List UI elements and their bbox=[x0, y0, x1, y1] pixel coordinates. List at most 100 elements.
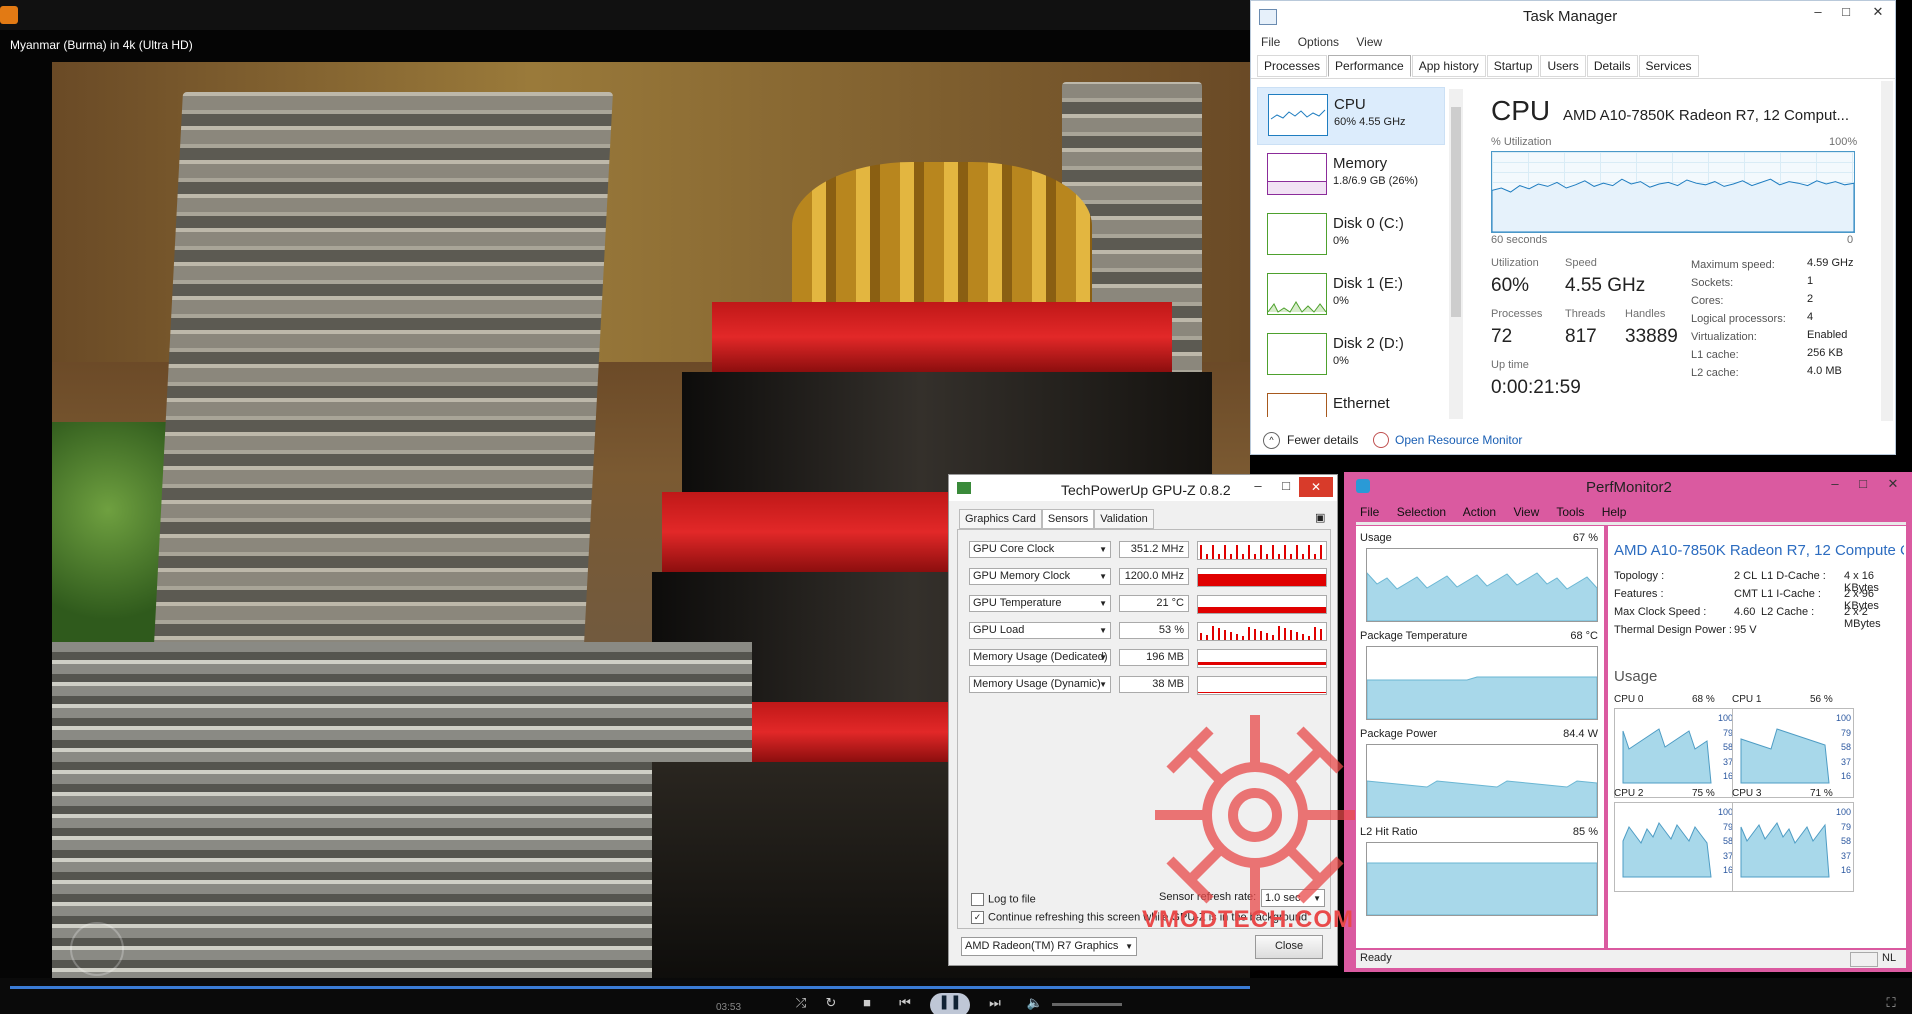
open-resource-monitor-link[interactable]: Open Resource Monitor bbox=[1395, 433, 1522, 447]
pm-menu-tools[interactable]: Tools bbox=[1556, 505, 1584, 519]
tab-services[interactable]: Services bbox=[1638, 55, 1699, 77]
mosaic-base bbox=[52, 642, 752, 982]
log-to-file-label: Log to file bbox=[988, 893, 1036, 906]
gpuz-title-bar[interactable]: TechPowerUp GPU-Z 0.8.2 – □ ✕ bbox=[949, 475, 1337, 501]
player-controls-right bbox=[1250, 978, 1912, 1014]
pm-metric-graph bbox=[1366, 548, 1598, 622]
pm-minimize-button[interactable]: – bbox=[1820, 476, 1850, 496]
next-icon[interactable]: ⏭ bbox=[984, 995, 1006, 1011]
sidebar-item-ethernet[interactable]: Ethernet bbox=[1257, 387, 1443, 417]
tab-graphics-card[interactable]: Graphics Card bbox=[959, 509, 1042, 529]
sensor-name-select[interactable]: Memory Usage (Dynamic) ▼ bbox=[969, 676, 1111, 693]
pm-menu-help[interactable]: Help bbox=[1602, 505, 1627, 519]
tab-details[interactable]: Details bbox=[1586, 55, 1638, 77]
previous-icon[interactable]: ⏮ bbox=[894, 995, 916, 1011]
sensor-name-select[interactable]: GPU Load ▼ bbox=[969, 622, 1111, 639]
chevron-down-icon: ▼ bbox=[1099, 680, 1107, 689]
sensor-row: GPU Load ▼ 53 % bbox=[969, 620, 1335, 642]
sensor-row: GPU Memory Clock ▼ 1200.0 MHz bbox=[969, 566, 1335, 588]
pm-close-button[interactable]: ✕ bbox=[1878, 476, 1908, 496]
threads-label: Threads bbox=[1565, 308, 1606, 320]
chevron-down-icon: ▼ bbox=[1099, 626, 1107, 635]
processes-value: 72 bbox=[1491, 326, 1513, 347]
sensor-name-select[interactable]: GPU Temperature ▼ bbox=[969, 595, 1111, 612]
gpuz-close-button-bottom[interactable]: Close bbox=[1255, 935, 1323, 959]
pause-button[interactable]: ❚❚ bbox=[930, 993, 970, 1014]
info-row: Thermal Design Power :95 V bbox=[1614, 624, 1904, 642]
pm-status-bar: Ready NL bbox=[1356, 950, 1906, 968]
gpuz-close-button[interactable]: ✕ bbox=[1299, 477, 1333, 497]
sidebar-item-disk1[interactable]: Disk 1 (E:) 0% bbox=[1257, 267, 1443, 323]
sidebar-item-memory[interactable]: Memory 1.8/6.9 GB (26%) bbox=[1257, 147, 1443, 203]
gpu-select[interactable]: AMD Radeon(TM) R7 Graphics ▼ bbox=[961, 937, 1137, 956]
pm-menu-selection[interactable]: Selection bbox=[1397, 505, 1446, 519]
ethernet-mini-graph bbox=[1267, 393, 1327, 417]
player-app-icon[interactable] bbox=[0, 6, 18, 24]
core-name: CPU 3 bbox=[1732, 788, 1762, 799]
pm-metric-graph bbox=[1366, 744, 1598, 818]
bell-gold-top bbox=[792, 162, 1092, 322]
sensor-name: GPU Memory Clock bbox=[973, 570, 1071, 582]
menu-file[interactable]: File bbox=[1261, 35, 1280, 49]
maximize-button[interactable]: □ bbox=[1831, 4, 1861, 24]
menu-options[interactable]: Options bbox=[1298, 35, 1339, 49]
tab-users[interactable]: Users bbox=[1540, 55, 1586, 77]
tab-app-history[interactable]: App history bbox=[1411, 55, 1486, 77]
gpuz-maximize-button[interactable]: □ bbox=[1271, 478, 1301, 498]
perfmonitor-window: PerfMonitor2 – □ ✕ File Selection Action… bbox=[1344, 472, 1912, 972]
stop-icon[interactable]: ■ bbox=[856, 995, 878, 1011]
tm-title-bar[interactable]: Task Manager – □ ✕ bbox=[1251, 1, 1895, 31]
pm-title-bar[interactable]: PerfMonitor2 – □ ✕ bbox=[1344, 472, 1912, 500]
sidebar-item-label: Disk 0 (C:) bbox=[1333, 215, 1404, 232]
sidebar-item-cpu[interactable]: CPU 60% 4.55 GHz bbox=[1257, 87, 1445, 145]
tab-performance[interactable]: Performance bbox=[1328, 55, 1411, 77]
close-button[interactable]: ✕ bbox=[1863, 4, 1893, 24]
spec-key: Sockets: bbox=[1691, 277, 1734, 289]
spec-key: L1 cache: bbox=[1691, 349, 1739, 361]
core-pct: 56 % bbox=[1810, 694, 1833, 705]
pm-menu-file[interactable]: File bbox=[1360, 505, 1379, 519]
fullscreen-icon[interactable]: ⛶ bbox=[1880, 995, 1902, 1011]
log-to-file-checkbox[interactable]: Log to file bbox=[971, 893, 1036, 906]
info-key: Topology : bbox=[1614, 570, 1665, 582]
sensor-name-select[interactable]: Memory Usage (Dedicated) ▼ bbox=[969, 649, 1111, 666]
sidebar-item-disk0[interactable]: Disk 0 (C:) 0% bbox=[1257, 207, 1443, 263]
minimize-button[interactable]: – bbox=[1803, 4, 1833, 24]
pm-menu-action[interactable]: Action bbox=[1463, 505, 1496, 519]
tick-label: 100 bbox=[1717, 713, 1733, 723]
pm-menu-view[interactable]: View bbox=[1513, 505, 1539, 519]
tab-validation[interactable]: Validation bbox=[1094, 509, 1154, 529]
collapse-icon[interactable]: ^ bbox=[1263, 432, 1280, 449]
sidebar-scrollbar[interactable] bbox=[1449, 89, 1463, 419]
shuffle-icon[interactable]: ⤮ bbox=[790, 995, 812, 1011]
tick-label: 16 bbox=[1840, 771, 1851, 782]
spec-value: Enabled bbox=[1807, 329, 1848, 341]
gpuz-minimize-button[interactable]: – bbox=[1243, 478, 1273, 498]
repeat-icon[interactable]: ↻ bbox=[820, 995, 842, 1011]
camera-icon[interactable]: ▣ bbox=[1315, 511, 1325, 524]
sidebar-item-disk2[interactable]: Disk 2 (D:) 0% bbox=[1257, 327, 1443, 383]
pm-maximize-button[interactable]: □ bbox=[1848, 476, 1878, 496]
tab-processes[interactable]: Processes bbox=[1257, 55, 1328, 77]
volume-slider[interactable] bbox=[1052, 1003, 1122, 1006]
sensor-name: Memory Usage (Dynamic) bbox=[973, 678, 1101, 690]
tick-label: 100 bbox=[1835, 713, 1851, 723]
sensor-name-select[interactable]: GPU Memory Clock ▼ bbox=[969, 568, 1111, 585]
core-usage-graph: 100 79 58 37 16 bbox=[1614, 708, 1736, 798]
tab-startup[interactable]: Startup bbox=[1486, 55, 1540, 77]
main-scrollbar[interactable] bbox=[1881, 81, 1893, 421]
spec-row: Logical processors: 4 bbox=[1691, 311, 1861, 329]
spec-key: L2 cache: bbox=[1691, 367, 1739, 379]
menu-view[interactable]: View bbox=[1356, 35, 1382, 49]
info-value: 4.60 bbox=[1734, 606, 1756, 618]
tab-sensors[interactable]: Sensors bbox=[1041, 509, 1095, 529]
tick-label: 79 bbox=[1722, 727, 1733, 738]
scrollbar-thumb[interactable] bbox=[1451, 107, 1461, 317]
bell-red-band-top bbox=[712, 302, 1172, 372]
volume-icon[interactable]: 🔈 bbox=[1024, 995, 1046, 1011]
pm-menu-divider bbox=[1356, 522, 1906, 525]
sensor-name-select[interactable]: GPU Core Clock ▼ bbox=[969, 541, 1111, 558]
fewer-details-link[interactable]: Fewer details bbox=[1287, 433, 1358, 447]
tick-label: 37 bbox=[1722, 850, 1733, 861]
task-manager-window: Task Manager – □ ✕ File Options View Pro… bbox=[1250, 0, 1896, 455]
